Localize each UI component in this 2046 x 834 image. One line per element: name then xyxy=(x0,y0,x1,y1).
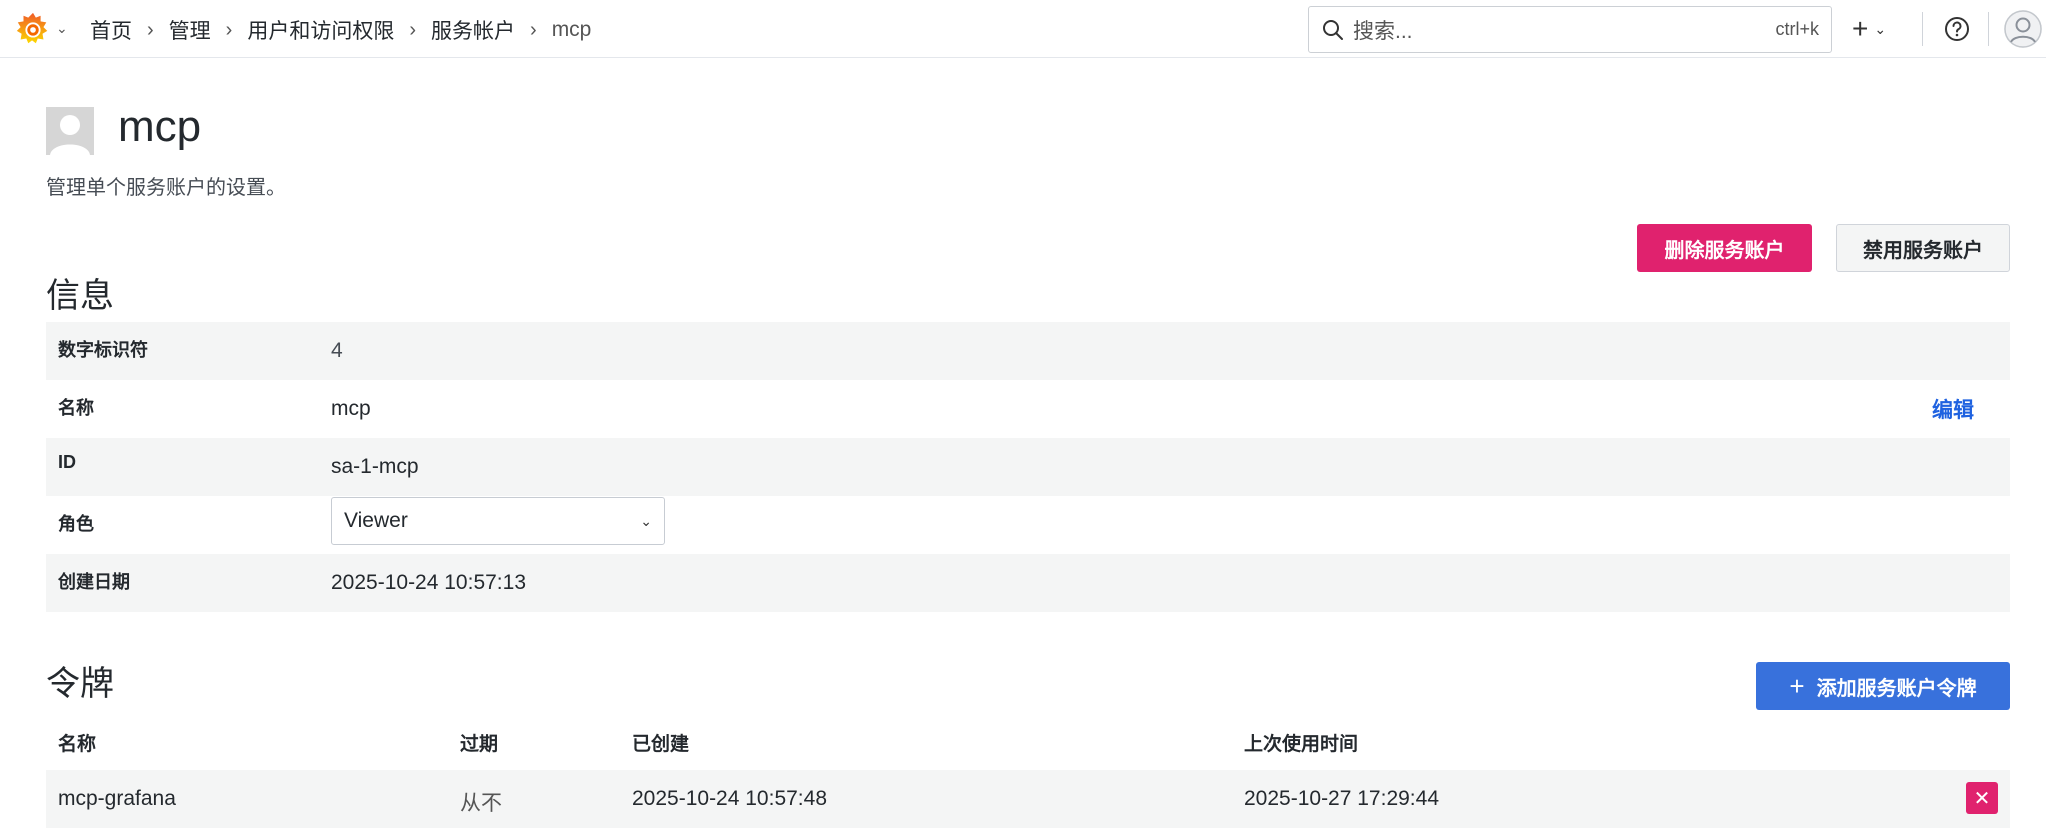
info-row-created: 创建日期 2025-10-24 10:57:13 xyxy=(46,554,2010,612)
delete-token-button[interactable]: ✕ xyxy=(1966,782,1998,814)
breadcrumb: 首页 › 管理 › 用户和访问权限 › 服务帐户 › mcp xyxy=(90,15,591,45)
breadcrumb-admin[interactable]: 管理 xyxy=(169,15,211,45)
plus-icon: + xyxy=(1852,13,1869,44)
info-table: 数字标识符 4 名称 mcp 编辑 ID sa-1-mcp 角色 Viewer … xyxy=(46,322,2010,612)
info-key: ID xyxy=(58,452,76,472)
divider xyxy=(1922,12,1923,46)
chevron-down-icon: ⌄ xyxy=(640,512,652,529)
info-key: 名称 xyxy=(58,398,94,418)
token-created: 2025-10-24 10:57:48 xyxy=(632,787,827,810)
role-select-value: Viewer xyxy=(344,509,408,532)
info-value: mcp xyxy=(331,397,371,420)
info-row-numeric-id: 数字标识符 4 xyxy=(46,322,2010,380)
info-key: 创建日期 xyxy=(58,572,130,592)
search-icon xyxy=(1323,19,1343,40)
token-name: mcp-grafana xyxy=(58,787,176,810)
info-value: sa-1-mcp xyxy=(331,455,419,478)
chevron-right-icon: › xyxy=(409,18,417,41)
column-header-expires: 过期 xyxy=(460,734,499,755)
chevron-right-icon: › xyxy=(147,18,154,41)
page-subtitle: 管理单个服务账户的设置。 xyxy=(46,177,286,199)
divider xyxy=(1988,12,1989,46)
info-value: 2025-10-24 10:57:13 xyxy=(331,571,526,594)
add-new-button[interactable]: + ⌄ xyxy=(1852,12,1886,46)
grafana-logo-icon[interactable] xyxy=(14,9,54,49)
breadcrumb-service-accounts[interactable]: 服务帐户 xyxy=(431,15,515,45)
chevron-right-icon: › xyxy=(530,18,537,41)
search-placeholder: 搜索... xyxy=(1353,19,1413,43)
edit-name-link[interactable]: 编辑 xyxy=(1932,394,1974,424)
column-header-name: 名称 xyxy=(58,734,97,755)
help-icon[interactable] xyxy=(1944,16,1970,42)
info-key: 角色 xyxy=(58,514,94,534)
disable-service-account-button[interactable]: 禁用服务账户 xyxy=(1836,224,2010,272)
table-row: mcp-grafana 从不 2025-10-24 10:57:48 2025-… xyxy=(46,770,2010,828)
info-row-id: ID sa-1-mcp xyxy=(46,438,2010,496)
page-title: mcp xyxy=(118,102,202,151)
role-select[interactable]: Viewer ⌄ xyxy=(331,497,665,545)
service-account-avatar xyxy=(46,107,94,155)
chevron-down-icon[interactable]: ⌄ xyxy=(56,20,68,37)
add-token-label: 添加服务账户令牌 xyxy=(1816,677,1977,700)
plus-icon: + xyxy=(1789,670,1805,701)
top-bar: ⌄ 首页 › 管理 › 用户和访问权限 › 服务帐户 › mcp 搜索... c… xyxy=(0,0,2046,58)
column-header-last-used: 上次使用时间 xyxy=(1244,734,1359,755)
info-key: 数字标识符 xyxy=(58,340,148,360)
info-value: 4 xyxy=(331,339,343,362)
breadcrumb-home[interactable]: 首页 xyxy=(90,15,132,45)
info-row-role: 角色 Viewer ⌄ xyxy=(46,496,2010,554)
user-avatar[interactable] xyxy=(2004,10,2042,48)
add-token-button[interactable]: + 添加服务账户令牌 xyxy=(1756,662,2010,710)
close-icon: ✕ xyxy=(1973,787,1991,810)
chevron-down-icon: ⌄ xyxy=(1874,20,1887,37)
token-expires: 从不 xyxy=(460,792,502,815)
search-shortcut: ctrl+k xyxy=(1775,19,1819,39)
info-section-title: 信息 xyxy=(46,277,114,315)
breadcrumb-current: mcp xyxy=(551,18,592,41)
token-last-used: 2025-10-27 17:29:44 xyxy=(1244,787,1439,810)
column-header-created: 已创建 xyxy=(632,734,690,755)
breadcrumb-users-access[interactable]: 用户和访问权限 xyxy=(247,15,394,45)
info-row-name: 名称 mcp 编辑 xyxy=(46,380,2010,438)
delete-service-account-button[interactable]: 删除服务账户 xyxy=(1637,224,1812,272)
search-input[interactable]: 搜索... ctrl+k xyxy=(1308,6,1832,53)
tokens-section-title: 令牌 xyxy=(46,665,114,703)
chevron-right-icon: › xyxy=(225,18,233,41)
